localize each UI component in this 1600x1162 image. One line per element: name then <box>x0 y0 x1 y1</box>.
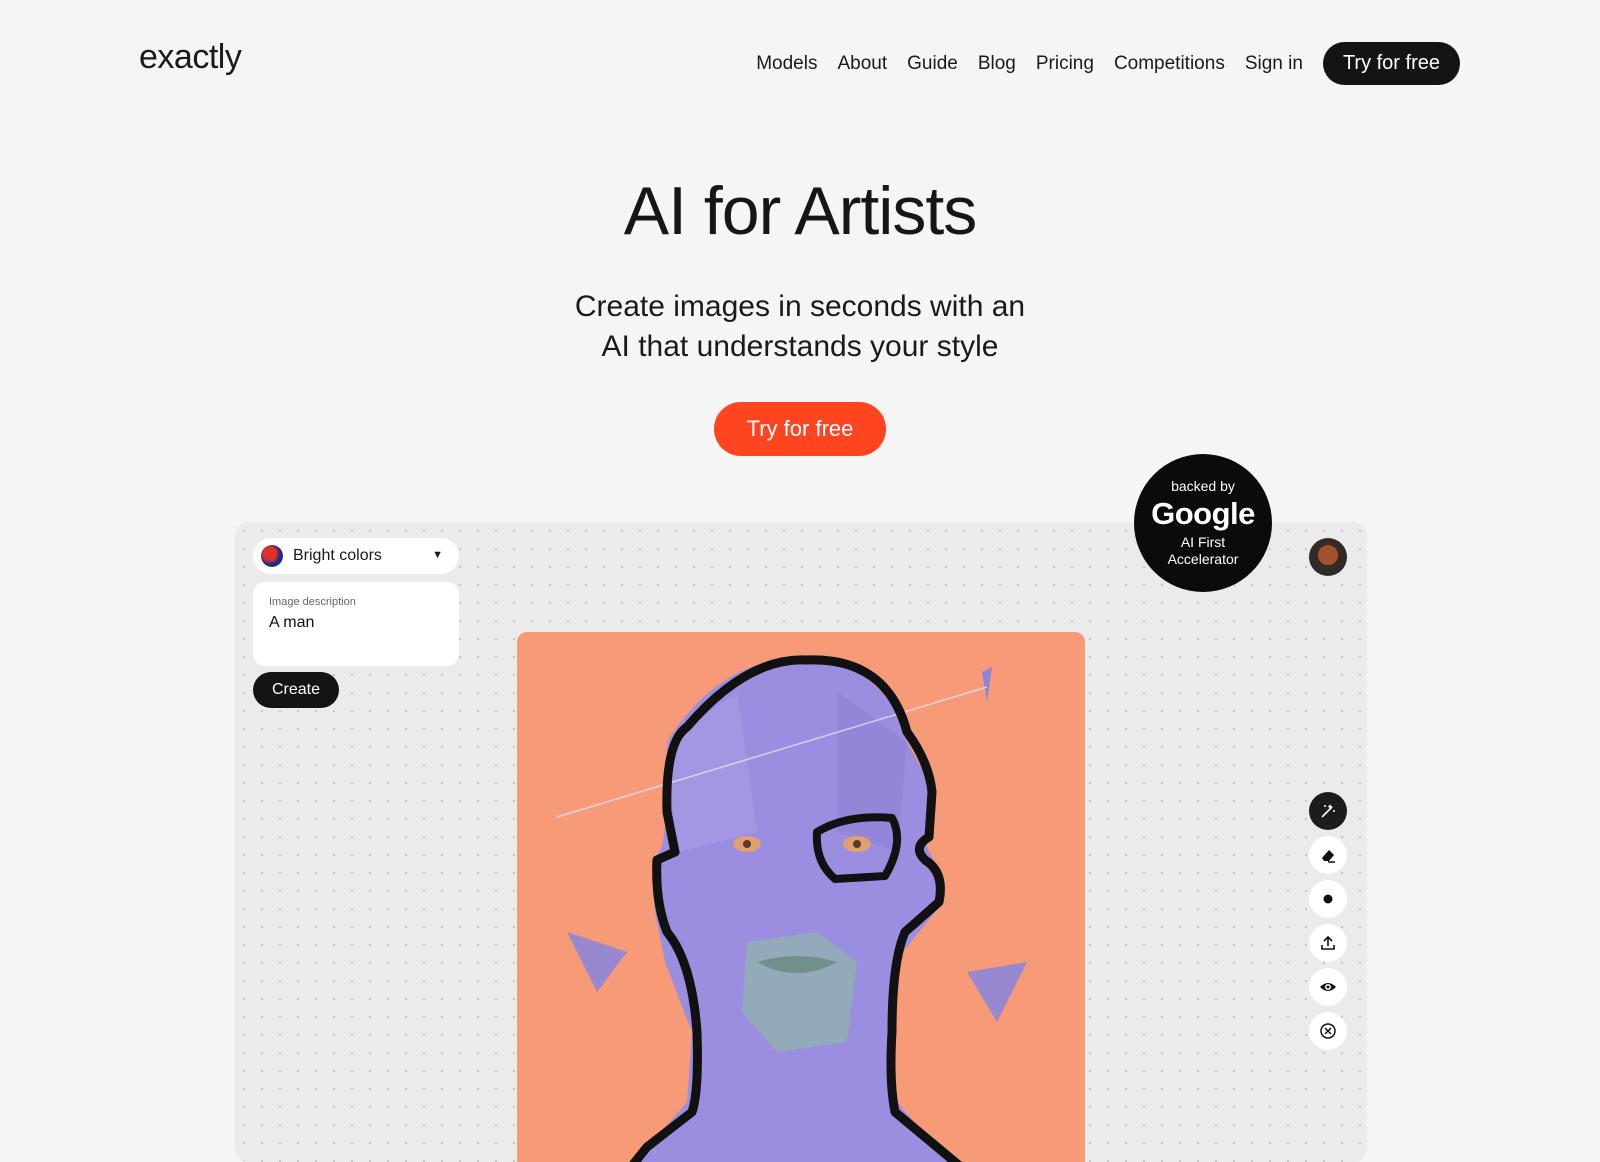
hero-title: AI for Artists <box>623 173 978 249</box>
nav-about[interactable]: About <box>837 53 887 75</box>
logo[interactable]: exactly <box>139 38 242 77</box>
nav-blog[interactable]: Blog <box>978 53 1016 75</box>
nav-models[interactable]: Models <box>756 53 817 75</box>
eraser-icon[interactable] <box>1309 836 1347 874</box>
badge-program-line-2: Accelerator <box>1167 551 1239 567</box>
create-button[interactable]: Create <box>253 672 339 708</box>
editor-canvas[interactable]: Bright colors ▼ Image description A man … <box>235 522 1367 1162</box>
image-description-label: Image description <box>269 596 356 608</box>
nav-sign-in[interactable]: Sign in <box>1245 53 1303 75</box>
badge-backed-by: backed by <box>1171 478 1235 494</box>
badge-program: AI First Accelerator <box>1134 534 1272 568</box>
style-select[interactable]: Bright colors ▼ <box>253 538 459 574</box>
close-circle-icon[interactable] <box>1309 1012 1347 1050</box>
hero-subtitle: Create images in seconds with an AI that… <box>0 287 1600 367</box>
badge-brand: Google <box>1151 496 1255 531</box>
artwork-image <box>517 632 1085 1162</box>
hero-try-free-button[interactable]: Try for free <box>714 402 886 456</box>
main-nav: Models About Guide Blog Pricing Competit… <box>756 42 1460 85</box>
chevron-down-icon: ▼ <box>432 549 443 561</box>
generated-artwork <box>517 632 1085 1162</box>
hero-subtitle-line-1: Create images in seconds with an <box>574 290 1026 323</box>
style-swatch-icon <box>261 545 283 567</box>
user-avatar[interactable] <box>1309 538 1347 576</box>
image-description-input[interactable]: A man <box>269 614 314 632</box>
header-try-free-button[interactable]: Try for free <box>1322 42 1460 85</box>
badge-program-line-1: AI First <box>1180 534 1226 550</box>
eye-icon[interactable] <box>1309 968 1347 1006</box>
nav-competitions[interactable]: Competitions <box>1114 53 1225 75</box>
dot-icon[interactable] <box>1309 880 1347 918</box>
nav-guide[interactable]: Guide <box>907 53 958 75</box>
style-select-value: Bright colors <box>293 547 382 564</box>
nav-pricing[interactable]: Pricing <box>1036 53 1094 75</box>
upload-icon[interactable] <box>1309 924 1347 962</box>
magic-wand-icon[interactable] <box>1309 792 1347 830</box>
image-description-field[interactable]: Image description A man <box>253 582 459 666</box>
tool-bar <box>1309 792 1347 1050</box>
google-accelerator-badge: backed by Google AI First Accelerator <box>1134 454 1272 592</box>
hero-subtitle-line-2: AI that understands your style <box>601 330 999 363</box>
